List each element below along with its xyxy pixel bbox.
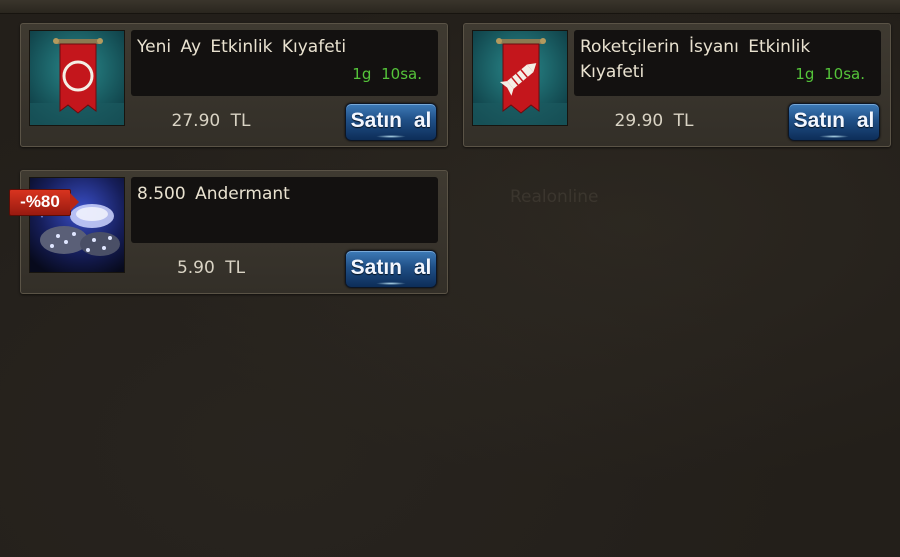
button-glint [376, 135, 406, 138]
product-price: 27.90 TL [171, 111, 251, 131]
buy-button-label: Satın al [350, 256, 432, 279]
button-glint [376, 282, 406, 285]
discount-badge: -%80 [9, 189, 79, 216]
top-bar [0, 0, 900, 14]
product-price: 5.90 TL [176, 258, 246, 278]
product-name: 8.500 Andermant [137, 184, 290, 204]
product-info-box: Yeni Ay Etkinlik Kıyafeti 1g 10sa. [131, 30, 438, 96]
product-card-andermant: -%80 8.500 Andermant 5.90 TL Satın al [9, 170, 448, 294]
product-price: 29.90 TL [614, 111, 694, 131]
buy-button[interactable]: Satın al [345, 103, 437, 141]
product-name: Yeni Ay Etkinlik Kıyafeti [137, 37, 347, 57]
time-left: 1g 10sa. [795, 65, 865, 83]
time-left: 1g 10sa. [352, 65, 422, 83]
buy-button[interactable]: Satın al [788, 103, 880, 141]
buy-button-label: Satın al [350, 109, 432, 132]
product-info-box: Roketçilerin İsyanı Etkinlik Kıyafeti 1g… [574, 30, 881, 96]
button-glint [819, 135, 849, 138]
watermark: Realonline [510, 187, 599, 207]
product-info-box: 8.500 Andermant [131, 177, 438, 243]
red-banner-circle-icon[interactable] [29, 30, 125, 126]
buy-button[interactable]: Satın al [345, 250, 437, 288]
product-card-yeni-ay: Yeni Ay Etkinlik Kıyafeti 1g 10sa. 27.90… [20, 23, 448, 147]
buy-button-label: Satın al [793, 109, 875, 132]
red-banner-rocket-icon[interactable] [472, 30, 568, 126]
product-card-roketcilerin-isyani: Roketçilerin İsyanı Etkinlik Kıyafeti 1g… [463, 23, 891, 147]
